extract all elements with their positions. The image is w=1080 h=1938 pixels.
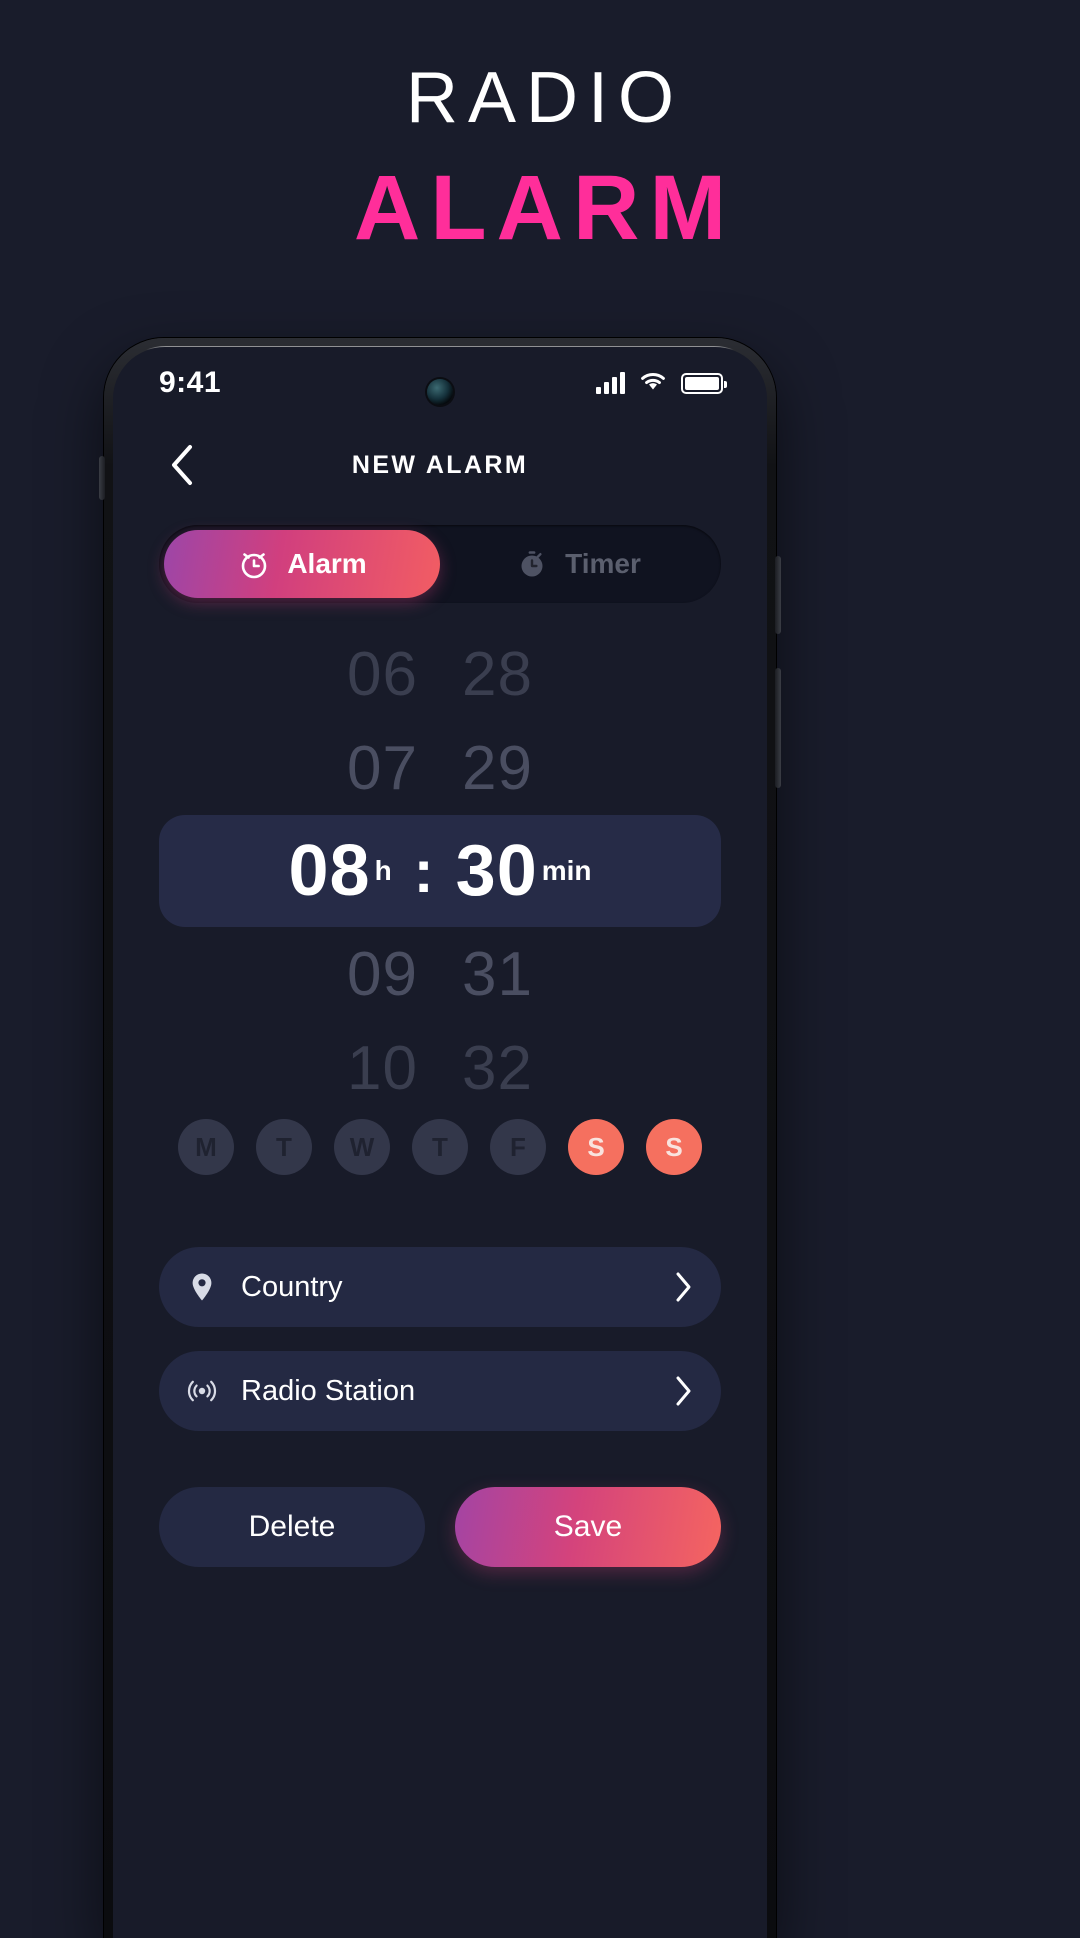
radio-broadcast-icon — [185, 1375, 219, 1407]
chevron-right-icon[interactable] — [675, 1271, 693, 1303]
weekday-tuesday[interactable]: T — [256, 1119, 312, 1175]
tab-bar-wrapper: Alarm Timer — [113, 511, 767, 603]
tab-alarm-label: Alarm — [287, 548, 367, 579]
delete-button[interactable]: Delete — [159, 1487, 425, 1567]
picker-hour-07[interactable]: 07 — [250, 733, 440, 804]
app-bar: NEW ALARM — [113, 419, 767, 511]
page-title: NEW ALARM — [351, 450, 529, 479]
status-time: 9:41 — [159, 366, 222, 399]
footer-actions: Delete Save — [113, 1487, 767, 1567]
alarm-clock-icon — [242, 553, 267, 579]
weekday-saturday[interactable]: S — [568, 1119, 624, 1175]
wifi-icon — [638, 370, 668, 397]
picker-row-below-1[interactable]: 09 31 — [113, 927, 767, 1021]
time-separator: : — [413, 837, 434, 905]
stopwatch-icon — [521, 551, 543, 577]
cellular-signal-icon — [596, 372, 625, 394]
picker-minute-32[interactable]: 32 — [440, 1033, 630, 1104]
picker-row-above-1[interactable]: 07 29 — [113, 721, 767, 815]
phone-power-button[interactable] — [775, 668, 781, 788]
selected-minute-unit: min — [541, 855, 592, 886]
weekday-friday[interactable]: F — [490, 1119, 546, 1175]
tab-bar: Alarm Timer — [159, 525, 721, 603]
picker-hour-09[interactable]: 09 — [250, 939, 440, 1010]
tab-timer[interactable]: Timer — [440, 530, 716, 598]
promo-title-secondary: ALARM — [353, 157, 737, 259]
picker-row-below-2[interactable]: 10 32 — [113, 1021, 767, 1115]
battery-full-icon — [681, 372, 727, 394]
picker-row-above-2[interactable]: 06 28 — [113, 627, 767, 721]
phone-screen: 9:41 NEW ALARM Alarm Timer 06 28 07 29 0… — [113, 347, 767, 1938]
weekday-thursday[interactable]: T — [412, 1119, 468, 1175]
option-country-label: Country — [241, 1270, 343, 1303]
save-button[interactable]: Save — [455, 1487, 721, 1567]
weekday-sunday[interactable]: S — [646, 1119, 702, 1175]
selected-hour: 08 — [288, 831, 371, 911]
weekday-monday[interactable]: M — [178, 1119, 234, 1175]
option-radio-station[interactable]: Radio Station — [159, 1351, 721, 1431]
selected-hour-unit: h — [374, 855, 392, 886]
promo-title-primary: RADIO — [405, 58, 685, 138]
picker-hour-06[interactable]: 06 — [250, 639, 440, 710]
location-pin-icon — [185, 1272, 219, 1302]
front-camera-icon — [427, 379, 453, 405]
selected-minute: 30 — [455, 831, 538, 911]
chevron-right-icon[interactable] — [675, 1375, 693, 1407]
tab-alarm[interactable]: Alarm — [164, 530, 440, 598]
picker-minute-28[interactable]: 28 — [440, 639, 630, 710]
option-radio-station-label: Radio Station — [241, 1374, 416, 1407]
chevron-left-icon — [172, 445, 192, 485]
picker-hour-10[interactable]: 10 — [250, 1033, 440, 1104]
weekday-wednesday[interactable]: W — [334, 1119, 390, 1175]
phone-left-button[interactable] — [99, 456, 105, 500]
status-bar: 9:41 — [113, 347, 767, 419]
status-icons — [596, 370, 727, 397]
tab-timer-label: Timer — [565, 548, 641, 579]
picker-minute-31[interactable]: 31 — [440, 939, 630, 1010]
phone-volume-button[interactable] — [775, 556, 781, 634]
promo-header: RADIO ALARM — [0, 0, 1080, 257]
phone-mockup: 9:41 NEW ALARM Alarm Timer 06 28 07 29 0… — [99, 338, 781, 1938]
picker-selected-row[interactable]: 08 h : 30 min — [159, 815, 721, 927]
option-list: Country Radio Station — [113, 1247, 767, 1431]
weekday-selector: M T W T F S S — [113, 1119, 767, 1175]
picker-minute-29[interactable]: 29 — [440, 733, 630, 804]
back-button[interactable] — [159, 442, 205, 488]
time-picker[interactable]: 06 28 07 29 08 h : 30 min 09 31 10 32 — [113, 627, 767, 1103]
option-country[interactable]: Country — [159, 1247, 721, 1327]
